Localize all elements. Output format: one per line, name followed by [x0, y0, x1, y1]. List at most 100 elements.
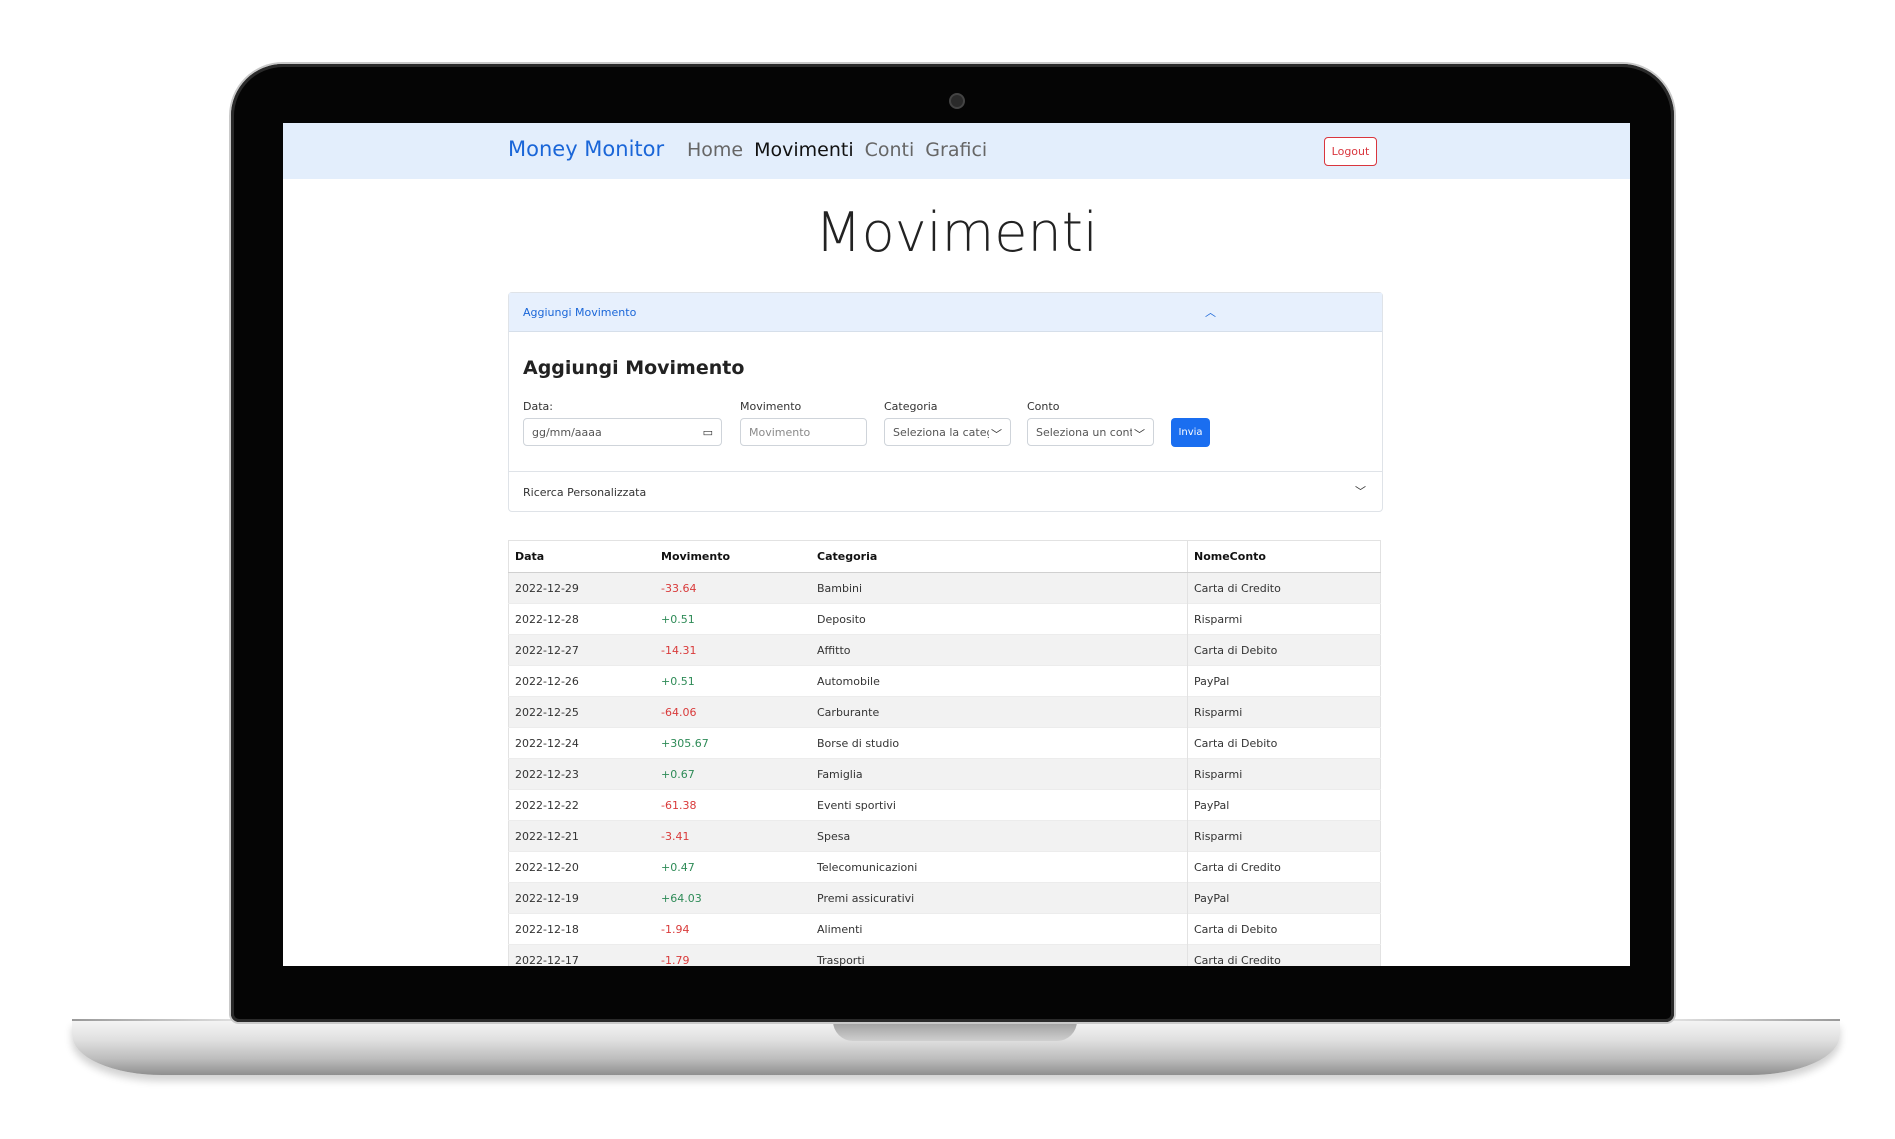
cell-category: Famiglia — [811, 758, 1188, 790]
amount-label: Movimento — [740, 400, 802, 413]
cell-account: Carta di Debito — [1187, 727, 1381, 759]
table-row: 2022-12-22 -61.38 Eventi sportivi PayPal — [508, 789, 1381, 821]
table-row: 2022-12-26 +0.51 Automobile PayPal — [508, 665, 1381, 697]
cell-category: Alimenti — [811, 913, 1188, 945]
cell-account: PayPal — [1187, 665, 1381, 697]
cell-amount: +0.67 — [655, 758, 811, 790]
form-title: Aggiungi Movimento — [523, 357, 745, 379]
cell-category: Borse di studio — [811, 727, 1188, 759]
cell-amount: -61.38 — [655, 789, 811, 821]
chevron-down-icon: ﹀ — [991, 428, 1002, 441]
cell-account: Carta di Credito — [1187, 944, 1381, 966]
cell-amount: +0.51 — [655, 603, 811, 635]
cell-account: Carta di Credito — [1187, 572, 1381, 604]
date-input[interactable]: gg/mm/aaaa ▭ — [523, 418, 722, 446]
table-header-row: Data Movimento Categoria NomeConto — [508, 540, 1381, 573]
cell-account: Risparmi — [1187, 603, 1381, 635]
table-row: 2022-12-25 -64.06 Carburante Risparmi — [508, 696, 1381, 728]
cell-category: Telecomunicazioni — [811, 851, 1188, 883]
cell-amount: -1.94 — [655, 913, 811, 945]
cell-date: 2022-12-29 — [508, 572, 655, 604]
amount-input[interactable]: Movimento — [740, 418, 867, 446]
submit-button[interactable]: Invia — [1171, 418, 1210, 447]
cell-category: Automobile — [811, 665, 1188, 697]
cell-amount: +0.47 — [655, 851, 811, 883]
laptop-notch — [833, 1021, 1077, 1041]
browser-viewport: Money Monitor Home Movimenti Conti Grafi… — [283, 123, 1630, 966]
table-row: 2022-12-29 -33.64 Bambini Carta di Credito — [508, 572, 1381, 604]
cell-date: 2022-12-28 — [508, 603, 655, 635]
cell-amount: +64.03 — [655, 882, 811, 914]
date-placeholder: gg/mm/aaaa — [532, 425, 602, 439]
table-row: 2022-12-21 -3.41 Spesa Risparmi — [508, 820, 1381, 852]
cell-account: Carta di Debito — [1187, 913, 1381, 945]
cell-account: Risparmi — [1187, 820, 1381, 852]
amount-placeholder: Movimento — [749, 425, 811, 439]
cell-amount: -64.06 — [655, 696, 811, 728]
accordion-header-search[interactable]: Ricerca Personalizzata ﹀ — [509, 471, 1382, 512]
page-title: Movimenti — [815, 201, 1098, 264]
cell-account: Risparmi — [1187, 758, 1381, 790]
account-select[interactable]: Seleziona un conto ﹀ — [1027, 418, 1154, 446]
camera-icon — [949, 93, 965, 109]
table-row: 2022-12-23 +0.67 Famiglia Risparmi — [508, 758, 1381, 790]
nav-conti[interactable]: Conti — [865, 139, 915, 161]
cell-date: 2022-12-27 — [508, 634, 655, 666]
table-row: 2022-12-24 +305.67 Borse di studio Carta di… — [508, 727, 1381, 759]
cell-amount: -1.79 — [655, 944, 811, 966]
table-row: 2022-12-28 +0.51 Deposito Risparmi — [508, 603, 1381, 635]
accordion-header-label: Aggiungi Movimento — [523, 306, 637, 319]
cell-account: Risparmi — [1187, 696, 1381, 728]
cell-amount: +305.67 — [655, 727, 811, 759]
cell-category: Spesa — [811, 820, 1188, 852]
column-header-category: Categoria — [811, 540, 1188, 573]
cell-date: 2022-12-17 — [508, 944, 655, 966]
cell-date: 2022-12-20 — [508, 851, 655, 883]
cell-date: 2022-12-21 — [508, 820, 655, 852]
cell-category: Premi assicurativi — [811, 882, 1188, 914]
column-header-account: NomeConto — [1187, 540, 1381, 573]
cell-date: 2022-12-24 — [508, 727, 655, 759]
table-row: 2022-12-17 -1.79 Trasporti Carta di Credito — [508, 944, 1381, 966]
calendar-icon[interactable]: ▭ — [703, 426, 713, 439]
cell-account: Carta di Credito — [1187, 851, 1381, 883]
table-row: 2022-12-18 -1.94 Alimenti Carta di Debito — [508, 913, 1381, 945]
cell-category: Affitto — [811, 634, 1188, 666]
cell-category: Carburante — [811, 696, 1188, 728]
cell-amount: -33.64 — [655, 572, 811, 604]
account-selected: Seleziona un conto — [1036, 425, 1132, 439]
cell-account: Carta di Debito — [1187, 634, 1381, 666]
cell-date: 2022-12-22 — [508, 789, 655, 821]
nav-links: Home Movimenti Conti Grafici — [687, 139, 987, 161]
accordion-header-add[interactable]: Aggiungi Movimento ︿ — [509, 293, 1382, 332]
cell-amount: -14.31 — [655, 634, 811, 666]
nav-grafici[interactable]: Grafici — [925, 139, 987, 161]
table-row: 2022-12-27 -14.31 Affitto Carta di Debito — [508, 634, 1381, 666]
search-accordion-label: Ricerca Personalizzata — [523, 486, 647, 499]
cell-account: PayPal — [1187, 789, 1381, 821]
table-row: 2022-12-19 +64.03 Premi assicurativi PayPal — [508, 882, 1381, 914]
category-label: Categoria — [884, 400, 938, 413]
logout-button[interactable]: Logout — [1324, 137, 1377, 166]
date-label: Data: — [523, 400, 553, 413]
category-select[interactable]: Seleziona la catego ﹀ — [884, 418, 1011, 446]
column-header-date: Data — [508, 540, 655, 573]
brand-link[interactable]: Money Monitor — [508, 137, 664, 161]
account-label: Conto — [1027, 400, 1060, 413]
cell-amount: -3.41 — [655, 820, 811, 852]
table-row: 2022-12-20 +0.47 Telecomunicazioni Carta di… — [508, 851, 1381, 883]
nav-home[interactable]: Home — [687, 139, 743, 161]
column-header-amount: Movimento — [655, 540, 811, 573]
add-movement-accordion: Aggiungi Movimento ︿ Aggiungi Movimento … — [508, 292, 1383, 512]
cell-date: 2022-12-26 — [508, 665, 655, 697]
nav-movimenti[interactable]: Movimenti — [754, 139, 854, 161]
cell-date: 2022-12-18 — [508, 913, 655, 945]
navbar: Money Monitor Home Movimenti Conti Grafi… — [283, 123, 1630, 179]
cell-account: PayPal — [1187, 882, 1381, 914]
movements-table: Data Movimento Categoria NomeConto 2022-… — [508, 540, 1381, 966]
cell-category: Bambini — [811, 572, 1188, 604]
category-selected: Seleziona la catego — [893, 425, 989, 439]
cell-category: Trasporti — [811, 944, 1188, 966]
cell-category: Eventi sportivi — [811, 789, 1188, 821]
chevron-down-icon: ﹀ — [1134, 428, 1145, 441]
